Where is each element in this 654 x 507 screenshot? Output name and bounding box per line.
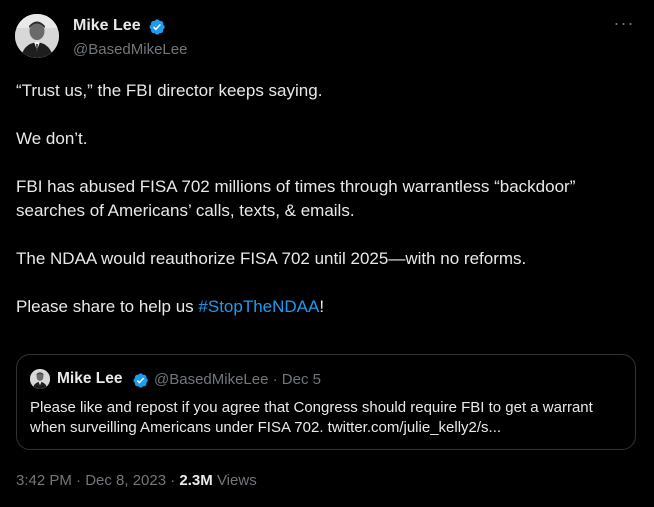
quoted-author-name: Mike Lee — [57, 370, 123, 387]
quoted-tweet-text: Please like and repost if you agree that… — [30, 399, 593, 436]
tweet-meta: 3:42 PM · Dec 8, 2023 · 2.3M Views — [16, 472, 257, 489]
author-avatar[interactable] — [15, 14, 59, 58]
quoted-tweet[interactable]: Mike Lee @BasedMikeLee · Dec 5 Please li… — [16, 354, 636, 450]
views-count: 2.3M — [179, 472, 213, 489]
verified-badge-icon — [133, 373, 148, 388]
quoted-handle-date: @BasedMikeLee · Dec 5 — [154, 371, 321, 388]
tweet-text: “Trust us,” the FBI director keeps sayin… — [16, 79, 641, 343]
tweet-paragraph: “Trust us,” the FBI director keeps sayin… — [16, 81, 323, 100]
tweet[interactable]: Mike Lee @BasedMikeLee ··· “Trust us,” t… — [0, 0, 654, 507]
tweet-paragraph: The NDAA would reauthorize FISA 702 unti… — [16, 249, 527, 268]
more-options-icon[interactable]: ··· — [612, 14, 636, 36]
quoted-author-avatar — [30, 369, 50, 389]
author-name[interactable]: Mike Lee — [73, 17, 141, 35]
tweet-paragraph: Please share to help us #StopTheNDAA! — [16, 295, 641, 319]
author-handle[interactable]: @BasedMikeLee — [73, 41, 187, 58]
tweet-paragraph: We don’t. — [16, 129, 88, 148]
share-suffix: ! — [319, 297, 325, 316]
share-text: Please share to help us — [16, 297, 199, 316]
hashtag-link[interactable]: #StopTheNDAA — [198, 297, 319, 316]
tweet-paragraph: FBI has abused FISA 702 millions of time… — [16, 177, 576, 220]
timestamp[interactable]: 3:42 PM · Dec 8, 2023 · — [16, 472, 179, 489]
verified-badge-icon — [149, 19, 165, 35]
views-label: Views — [212, 472, 257, 489]
